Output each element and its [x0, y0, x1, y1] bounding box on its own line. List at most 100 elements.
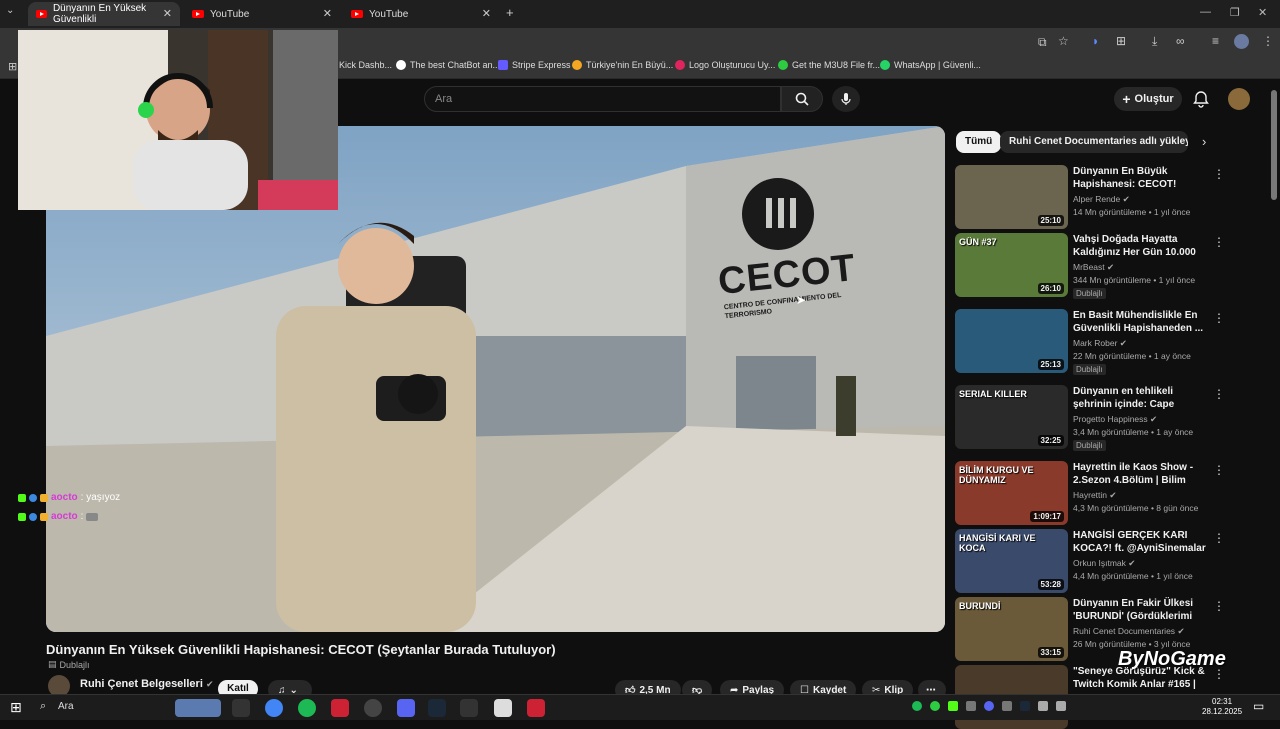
recommendation-channel[interactable]: Ruhi Cenet Documentaries ✔ — [1073, 626, 1185, 637]
account-avatar[interactable] — [1228, 88, 1250, 110]
tray-discord-icon[interactable] — [984, 701, 994, 711]
bookmark-stripe[interactable]: Stripe Express — [498, 60, 571, 70]
recommendation-channel[interactable]: MrBeast ✔ — [1073, 262, 1114, 273]
capcut-taskbar-icon[interactable] — [494, 699, 512, 717]
more-vertical-icon[interactable]: ⋮ — [1213, 531, 1225, 545]
tray-spotify-icon[interactable] — [912, 701, 922, 711]
tray-volume-icon[interactable] — [1056, 701, 1066, 711]
close-icon[interactable]: ✕ — [323, 7, 332, 20]
recommendation-item[interactable]: SERIAL KILLER 32:25 Dünyanın en tehlikeli … — [955, 385, 1260, 451]
recommendation-item[interactable]: HANGİSİ KARI VE KOCA 53:28 HANGİSİ GERÇEK … — [955, 529, 1260, 593]
video-thumbnail[interactable]: 25:13 — [955, 309, 1068, 373]
chip-all[interactable]: Tümü — [956, 131, 1002, 153]
recommendation-item[interactable]: 25:10 Dünyanın En Büyük Hapishanesi: CECO… — [955, 165, 1260, 229]
chrome-taskbar-icon[interactable] — [265, 699, 283, 717]
emote-icon — [86, 512, 99, 521]
more-vertical-icon[interactable]: ⋮ — [1213, 235, 1225, 249]
taskbar-search-label[interactable]: Ara — [58, 701, 74, 712]
menu-dots-icon[interactable]: ⋮ — [1262, 34, 1274, 48]
profile-avatar[interactable] — [1234, 34, 1249, 49]
puzzle-icon[interactable]: ⊞ — [1116, 34, 1126, 48]
recommendation-title[interactable]: Dünyanın En Büyük Hapishanesi: CECOT! Bu… — [1073, 165, 1213, 192]
tray-app-icon[interactable] — [966, 701, 976, 711]
more-vertical-icon[interactable]: ⋮ — [1213, 167, 1225, 181]
download-icon[interactable]: ⤓ — [1152, 34, 1157, 49]
more-vertical-icon[interactable]: ⋮ — [1213, 463, 1225, 477]
bookmark-kick[interactable]: Kick Dashb... — [339, 60, 392, 70]
minimize-icon[interactable]: — — [1200, 6, 1211, 18]
chevron-right-icon[interactable]: › — [1202, 134, 1206, 149]
close-icon[interactable]: ✕ — [482, 7, 491, 20]
tray-network-icon[interactable] — [1038, 701, 1048, 711]
obs-taskbar-icon[interactable] — [364, 699, 382, 717]
spotify-taskbar-icon[interactable] — [298, 699, 316, 717]
close-icon[interactable]: ✕ — [163, 7, 172, 20]
tab-video[interactable]: Dünyanın En Yüksek Güvenlikli ✕ — [28, 2, 180, 26]
channel-name[interactable]: Ruhi Çenet Belgeselleri ✔ — [80, 678, 213, 690]
steam-taskbar-icon[interactable] — [428, 699, 446, 717]
window-close-icon[interactable]: ✕ — [1258, 6, 1267, 19]
video-thumbnail[interactable]: 25:10 — [955, 165, 1068, 229]
more-vertical-icon[interactable]: ⋮ — [1213, 311, 1225, 325]
new-tab-button[interactable]: + — [506, 5, 514, 20]
link-icon[interactable]: ∞ — [1176, 34, 1185, 48]
bookmark-logo[interactable]: Logo Oluşturucu Uy... — [675, 60, 775, 70]
recommendation-channel[interactable]: Mark Rober ✔ — [1073, 338, 1127, 349]
more-vertical-icon[interactable]: ⋮ — [1213, 387, 1225, 401]
extension-icon[interactable]: ◗ — [1092, 34, 1099, 48]
notification-center-icon[interactable]: ▭ — [1253, 699, 1264, 713]
recommendation-item[interactable]: 25:13 En Basit Mühendislikle En Güvenlikl… — [955, 309, 1260, 375]
voice-search-button[interactable] — [832, 86, 860, 112]
chip-channel[interactable]: Ruhi Cenet Documentaries adlı yükleyicid… — [1000, 131, 1188, 153]
discord-taskbar-icon[interactable] — [397, 699, 415, 717]
recommendation-title[interactable]: Dünyanın En Fakir Ülkesi 'BURUNDİ' (Görd… — [1073, 597, 1213, 624]
recommendation-item[interactable]: BİLİM KURGU VE DÜNYAMIZ 1:09:17 Hayrettin … — [955, 461, 1260, 525]
video-thumbnail[interactable]: HANGİSİ KARI VE KOCA 53:28 — [955, 529, 1068, 593]
video-thumbnail[interactable]: BURUNDİ 33:15 — [955, 597, 1068, 661]
recommendation-meta: 14 Mn görüntüleme • 1 yıl önce — [1073, 207, 1191, 217]
tray-app-icon[interactable] — [1002, 701, 1012, 711]
recommendation-channel[interactable]: Alper Rende ✔ — [1073, 194, 1130, 205]
windows-start-icon[interactable]: ⊞ — [10, 699, 22, 716]
task-view-icon[interactable] — [232, 699, 250, 717]
bookmark-turkiye[interactable]: Türkiye'nin En Büyü... — [572, 60, 673, 70]
video-thumbnail[interactable]: BİLİM KURGU VE DÜNYAMIZ 1:09:17 — [955, 461, 1068, 525]
bookmark-chatbot[interactable]: The best ChatBot an... — [396, 60, 500, 70]
notifications-bell-icon[interactable] — [1192, 90, 1210, 108]
tab-youtube-2[interactable]: YouTube ✕ — [343, 2, 499, 26]
tray-app-icon[interactable] — [930, 701, 940, 711]
apps-grid-icon[interactable]: ⊞ — [8, 60, 17, 73]
tab-youtube-1[interactable]: YouTube ✕ — [184, 2, 340, 26]
bookmark-whatsapp[interactable]: WhatsApp | Güvenli... — [880, 60, 981, 70]
video-thumbnail[interactable]: SERIAL KILLER 32:25 — [955, 385, 1068, 449]
app-taskbar-icon[interactable] — [331, 699, 349, 717]
recommendation-channel[interactable]: Orkun Işıtmak ✔ — [1073, 558, 1135, 569]
recommendation-title[interactable]: Vahşi Doğada Hayatta Kaldığınız Her Gün … — [1073, 233, 1213, 260]
taskbar-clock[interactable]: 02:31 28.12.2025 — [1202, 697, 1242, 717]
install-icon[interactable]: ⧉ — [1038, 35, 1047, 50]
thumbnail-caption: GÜN #37 — [959, 237, 997, 247]
search-input[interactable]: Ara — [424, 86, 781, 112]
page-scrollbar[interactable] — [1271, 90, 1277, 200]
bookmark-star-icon[interactable]: ☆ — [1058, 34, 1069, 48]
recommendation-title[interactable]: Dünyanın en tehlikeli şehrinin içinde: C… — [1073, 385, 1213, 412]
epic-taskbar-icon[interactable] — [460, 699, 478, 717]
create-button[interactable]: + Oluştur — [1114, 87, 1182, 111]
recommendation-title[interactable]: Hayrettin ile Kaos Show - 2.Sezon 4.Bölü… — [1073, 461, 1213, 488]
taskbar-search-icon[interactable]: ⌕ — [40, 700, 46, 713]
search-button[interactable] — [781, 86, 823, 112]
recommendation-title[interactable]: En Basit Mühendislikle En Güvenlikli Hap… — [1073, 309, 1213, 335]
restore-icon[interactable]: ❐ — [1230, 6, 1240, 19]
video-thumbnail[interactable]: GÜN #37 26:10 — [955, 233, 1068, 297]
recommendation-channel[interactable]: Progetto Happiness ✔ — [1073, 414, 1157, 425]
recommendation-channel[interactable]: Hayrettin ✔ — [1073, 490, 1117, 501]
bookmark-m3u8[interactable]: Get the M3U8 File fr... — [778, 60, 880, 70]
tab-search-icon[interactable]: ⌄ — [6, 5, 14, 16]
tray-kick-icon[interactable] — [948, 701, 958, 711]
more-vertical-icon[interactable]: ⋮ — [1213, 599, 1225, 613]
tab-list-icon[interactable]: ≡ — [1212, 34, 1219, 48]
app-taskbar-icon[interactable] — [527, 699, 545, 717]
recommendation-title[interactable]: HANGİSİ GERÇEK KARI KOCA?! ft. @AyniSine… — [1073, 529, 1213, 555]
tray-steam-icon[interactable] — [1020, 701, 1030, 711]
recommendation-item[interactable]: GÜN #37 26:10 Vahşi Doğada Hayatta Kaldığı… — [955, 233, 1260, 299]
